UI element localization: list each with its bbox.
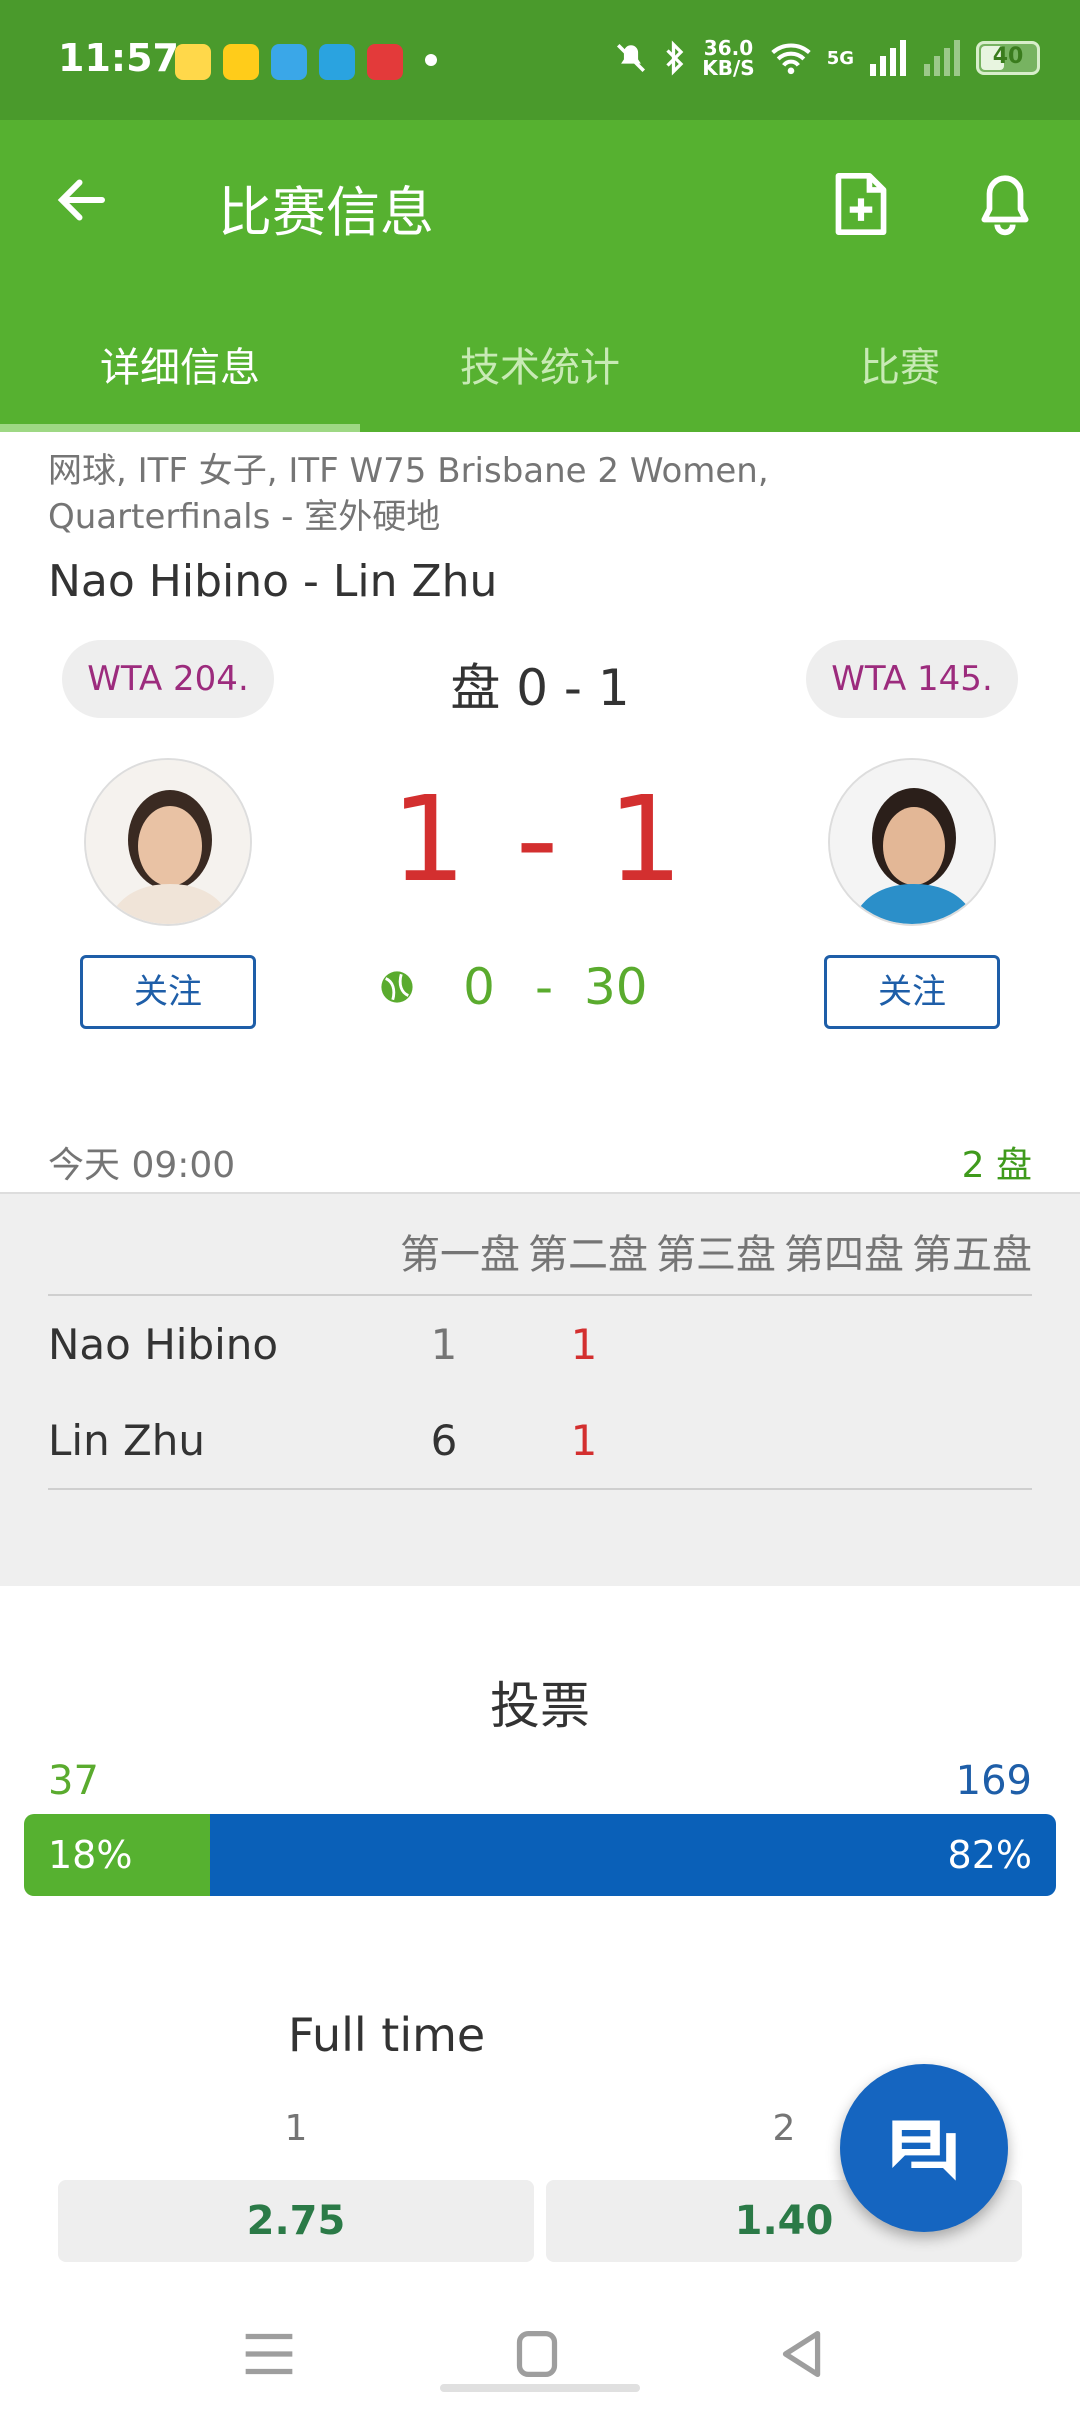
divider — [48, 1294, 1032, 1296]
signal-2-icon — [924, 40, 960, 76]
chat-icon — [892, 2120, 956, 2181]
player-name: Nao Hibino — [48, 1320, 279, 1369]
battery-icon: 40 — [976, 41, 1040, 75]
game-score: 1 - 1 — [391, 770, 689, 908]
status-bar: 11:57 36.0 KB/S 5G 40 — [0, 0, 1080, 120]
browser-icon — [271, 44, 307, 80]
votes-title: 投票 — [490, 1677, 590, 1735]
sets-header: 第一盘 第二盘 第三盘 第四盘 第五盘 — [400, 1222, 1032, 1280]
odds-title: Full time — [288, 2008, 486, 2062]
player2-points: 30 — [584, 958, 648, 1016]
meituan-icon — [223, 44, 259, 80]
player1-points: 0 — [463, 958, 495, 1016]
menu-icon — [245, 2333, 293, 2375]
app-bar: 比赛信息 详细信息 技术统计 比赛 — [0, 120, 1080, 432]
points-dash: - — [534, 958, 554, 1016]
gesture-bar — [440, 2384, 640, 2392]
battery-level: 40 — [992, 44, 1024, 69]
tab-details[interactable]: 详细信息 — [0, 310, 360, 432]
health-app-icon — [367, 44, 403, 80]
table-row: Nao Hibino 1 1 — [48, 1310, 1032, 1380]
page-title: 比赛信息 — [218, 181, 434, 244]
vote-count-player2: 169 — [955, 1758, 1032, 1804]
add-document-button[interactable] — [830, 170, 896, 240]
follow-player2-button[interactable]: 关注 — [824, 955, 1000, 1029]
set4-header: 第四盘 — [784, 1232, 904, 1278]
set5-header: 第五盘 — [912, 1232, 1032, 1278]
set1-score: 1 — [430, 1320, 458, 1369]
match-date: 今天 09:00 — [48, 1145, 236, 1186]
set2-score: 1 — [570, 1416, 598, 1465]
back-button[interactable] — [52, 170, 112, 230]
chat-fab-button[interactable] — [840, 2064, 1008, 2232]
vote-bar[interactable]: 18% 82% — [24, 1814, 1056, 1896]
player2-rank-badge[interactable]: WTA 145. — [806, 640, 1018, 718]
status-time: 11:57 — [58, 36, 179, 80]
weibo-icon — [175, 44, 211, 80]
tab-bar: 详细信息 技术统计 比赛 — [0, 310, 1080, 432]
add-document-icon — [835, 173, 887, 235]
table-row: Lin Zhu 6 1 — [48, 1406, 1032, 1476]
point-score: 0 - 30 — [380, 958, 700, 1016]
wifi-icon — [771, 43, 811, 75]
player1-rank-badge[interactable]: WTA 204. — [62, 640, 274, 718]
vote-count-player1: 37 — [48, 1758, 99, 1804]
set1-header: 第一盘 — [400, 1232, 520, 1278]
set2-header: 第二盘 — [528, 1232, 648, 1278]
player1-avatar[interactable] — [84, 758, 252, 926]
odds-label-1: 1 — [284, 2108, 308, 2149]
set1-score: 6 — [430, 1416, 458, 1465]
telegram-icon — [319, 44, 355, 80]
signal-icon — [870, 40, 906, 76]
player2-avatar[interactable] — [828, 758, 996, 926]
notification-icons — [175, 44, 403, 80]
tab-matches[interactable]: 比赛 — [720, 310, 1080, 432]
home-square-icon — [516, 2330, 558, 2378]
league-info: 网球, ITF 女子, ITF W75 Brisbane 2 Women, Qu… — [48, 451, 769, 537]
menu-button[interactable] — [234, 2324, 304, 2384]
mute-icon — [617, 43, 646, 73]
vote-bar-player1[interactable]: 18% — [24, 1814, 210, 1896]
signal-label: 5G — [826, 47, 854, 69]
tab-indicator — [0, 424, 360, 432]
bluetooth-icon — [666, 40, 684, 76]
divider — [48, 1488, 1032, 1490]
set3-header: 第三盘 — [656, 1232, 776, 1278]
more-notifications-dot — [425, 54, 437, 66]
vote-bar-player2[interactable]: 82% — [209, 1814, 1056, 1896]
match-title: Nao Hibino - Lin Zhu — [48, 556, 498, 607]
home-button[interactable] — [502, 2324, 572, 2384]
notification-button[interactable] — [974, 170, 1040, 240]
serving-ball-icon — [381, 971, 413, 1003]
net-speed: 36.0 KB/S — [702, 36, 755, 80]
tab-statistics[interactable]: 技术统计 — [360, 310, 720, 432]
follow-player1-button[interactable]: 关注 — [80, 955, 256, 1029]
odds-button-1[interactable]: 2.75 — [58, 2180, 534, 2262]
player-name: Lin Zhu — [48, 1416, 206, 1465]
sets-count: 2 盘 — [961, 1145, 1032, 1186]
back-nav-button[interactable] — [768, 2324, 838, 2384]
system-nav-bar — [0, 2300, 1080, 2414]
back-triangle-icon — [782, 2330, 821, 2378]
set-score: 盘 0 - 1 — [450, 659, 630, 717]
bell-icon — [981, 175, 1029, 236]
set2-score: 1 — [570, 1320, 598, 1369]
back-arrow-icon — [57, 179, 105, 221]
status-right: 36.0 KB/S 5G 40 — [614, 38, 1040, 78]
sets-table: 第一盘 第二盘 第三盘 第四盘 第五盘 Nao Hibino 1 1 Lin Z… — [0, 1192, 1080, 1586]
